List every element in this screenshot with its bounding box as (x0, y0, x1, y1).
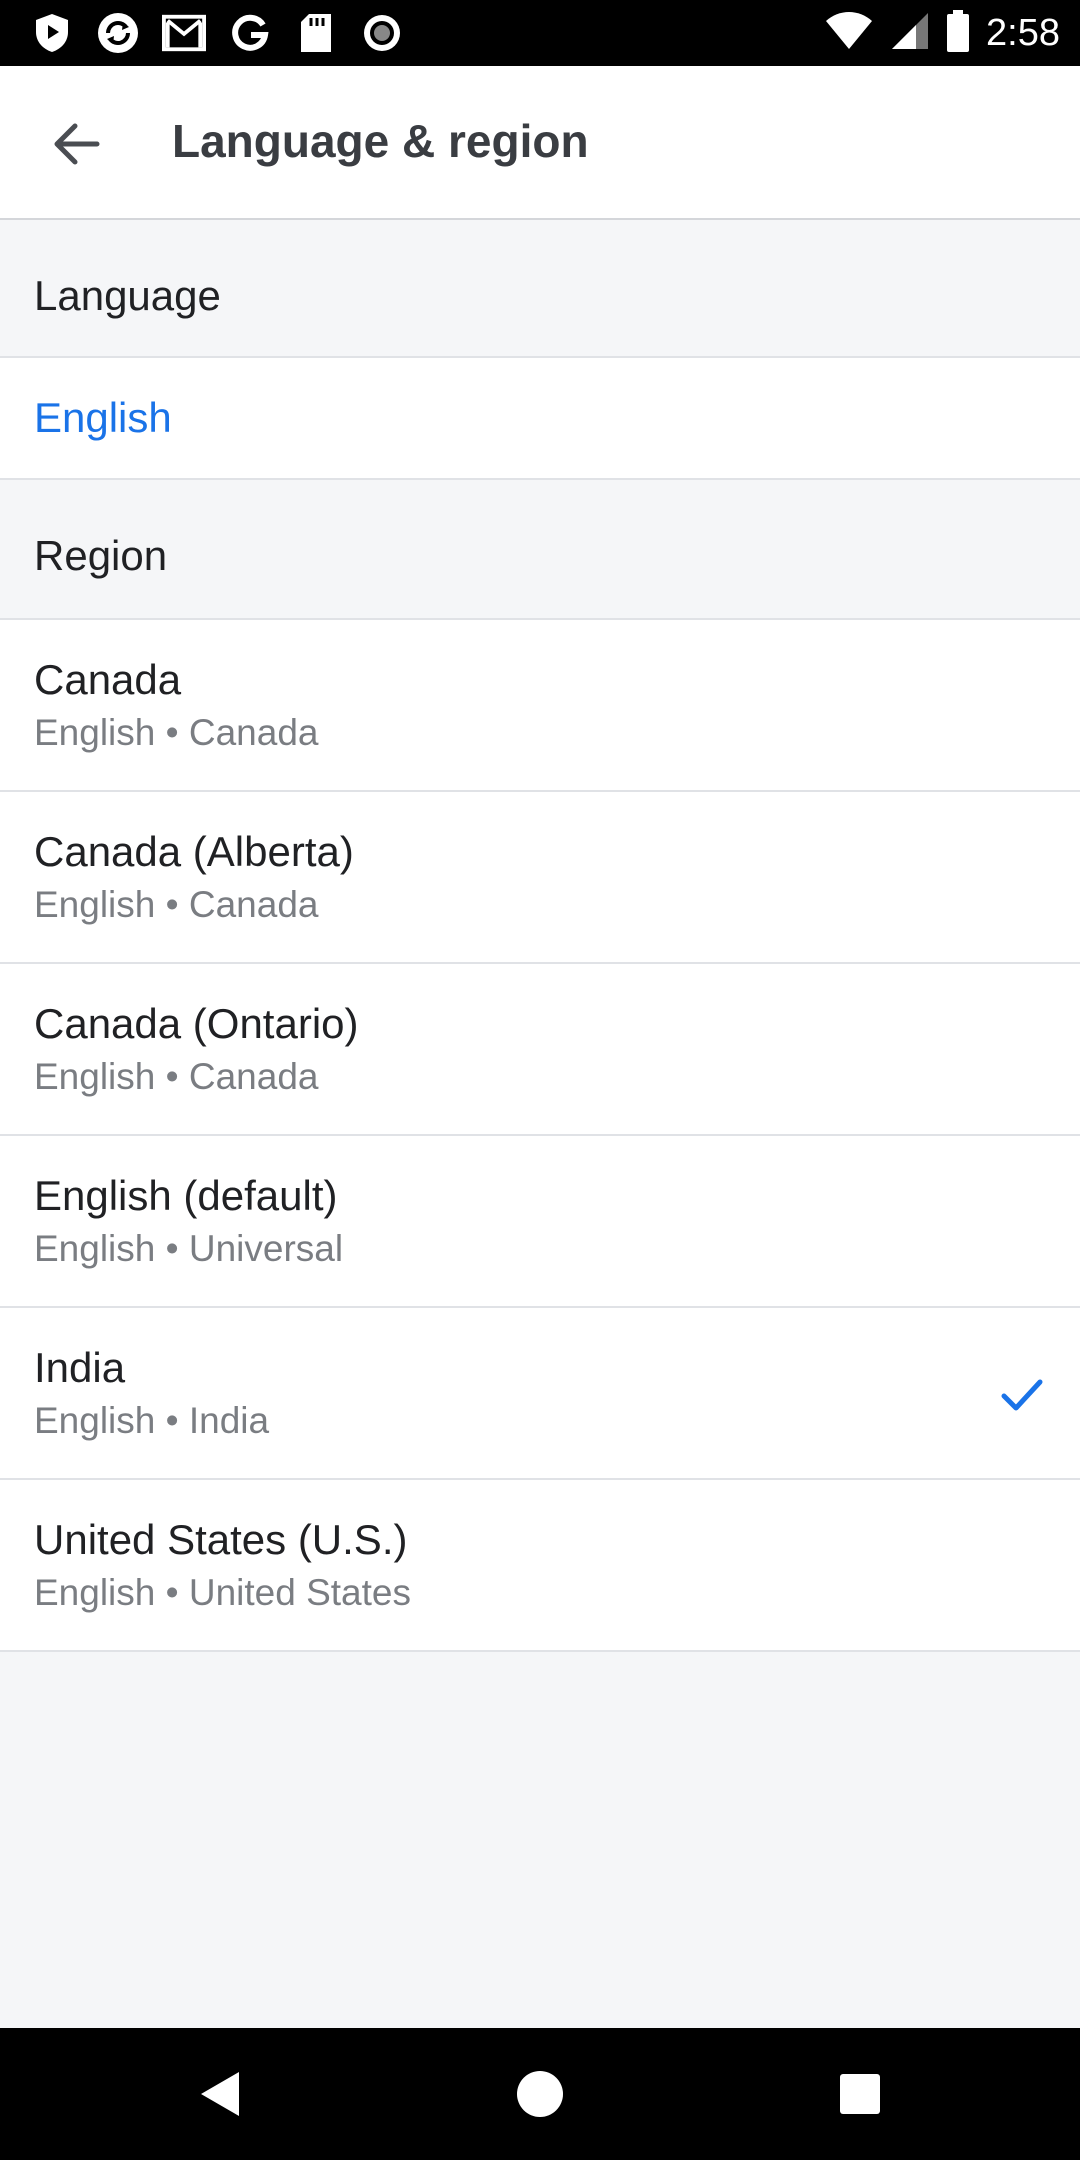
battery-icon (946, 9, 970, 57)
sync-icon (96, 11, 140, 55)
region-name: Canada (Alberta) (34, 828, 354, 875)
google-icon (228, 11, 272, 55)
region-name: United States (U.S.) (34, 1516, 408, 1563)
checkmark-icon (1001, 1379, 1043, 1411)
region-item-canada-alberta[interactable]: Canada (Alberta) English • Canada (0, 792, 1080, 964)
region-subtitle: English • India (34, 1400, 270, 1441)
region-item-united-states[interactable]: United States (U.S.) English • United St… (0, 1480, 1080, 1652)
nav-home-button[interactable] (500, 2054, 580, 2134)
region-item-india[interactable]: India English • India (0, 1308, 1080, 1480)
region-subtitle: English • Canada (34, 1056, 319, 1097)
status-time: 2:58 (986, 11, 1060, 54)
selected-language: English (34, 394, 172, 441)
status-icons-left (30, 10, 404, 56)
status-icons-right: 2:58 (824, 8, 1060, 58)
nav-recents-button[interactable] (820, 2054, 900, 2134)
language-header-label: Language (34, 272, 221, 319)
region-header-label: Region (34, 532, 168, 579)
nav-back-button[interactable] (180, 2054, 260, 2134)
sd-card-icon (294, 11, 338, 55)
shield-icon (30, 11, 74, 55)
page-title: Language & region (172, 115, 589, 167)
back-button[interactable] (36, 104, 116, 184)
region-name: Canada (Ontario) (34, 1000, 359, 1047)
home-circle-icon (517, 2071, 563, 2117)
region-item-canada-ontario[interactable]: Canada (Ontario) English • Canada (0, 964, 1080, 1136)
app-bar: Language & region (0, 66, 1080, 220)
region-list: Canada English • Canada Canada (Alberta)… (0, 620, 1080, 1652)
language-section-header: Language (0, 220, 1080, 358)
region-subtitle: English • Canada (34, 712, 319, 753)
region-name: India (34, 1344, 126, 1391)
region-name: Canada (34, 656, 182, 703)
system-nav-bar (0, 2028, 1080, 2160)
signal-icon (890, 11, 930, 56)
gmail-icon (162, 11, 206, 55)
region-section-header: Region (0, 480, 1080, 620)
region-item-canada[interactable]: Canada English • Canada (0, 620, 1080, 792)
status-bar: 2:58 (0, 0, 1080, 66)
arrow-back-icon (54, 123, 100, 165)
region-item-english-default[interactable]: English (default) English • Universal (0, 1136, 1080, 1308)
region-subtitle: English • Universal (34, 1228, 344, 1269)
region-subtitle: English • United States (34, 1572, 411, 1613)
back-triangle-icon (201, 2072, 239, 2116)
record-icon (360, 11, 404, 55)
recents-square-icon (840, 2074, 880, 2114)
language-selector[interactable]: English (0, 358, 1080, 480)
wifi-icon (824, 11, 874, 56)
region-subtitle: English • Canada (34, 884, 319, 925)
region-name: English (default) (34, 1172, 338, 1219)
